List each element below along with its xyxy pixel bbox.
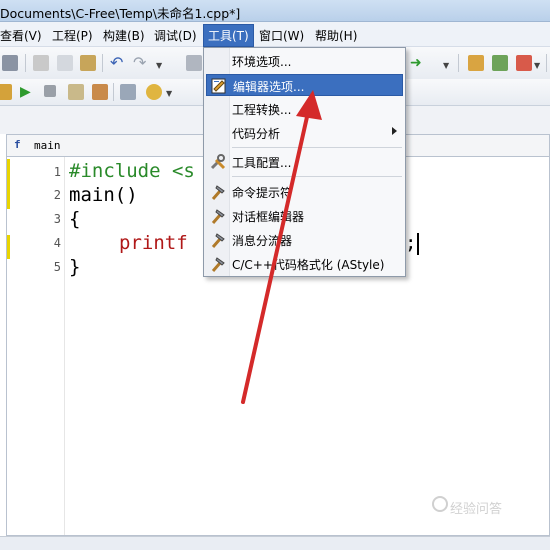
debug-icon[interactable] <box>120 84 136 100</box>
hammer-icon <box>209 207 227 225</box>
line-number-gutter: 1 2 3 4 5 <box>7 157 65 535</box>
hand-icon[interactable] <box>146 84 162 100</box>
toolbar-separator <box>102 54 103 72</box>
copy-icon[interactable] <box>57 55 73 71</box>
code-line: main() <box>69 184 138 206</box>
menu-help[interactable]: 帮助(H) <box>311 26 361 45</box>
menu-item-astyle-format[interactable]: C/C++代码格式化 (AStyle) <box>206 253 403 275</box>
menu-view[interactable]: 查看(V) <box>0 26 46 45</box>
menu-tools[interactable]: 工具(T) <box>203 24 254 47</box>
undo-icon[interactable]: ↶ <box>110 55 126 71</box>
hammer-icon <box>209 231 227 249</box>
menu-item-dialog-editor[interactable]: 对话框编辑器 <box>206 205 403 227</box>
menu-item-label: 消息分流器 <box>232 234 293 248</box>
code-line: { <box>69 208 81 230</box>
menu-project[interactable]: 工程(P) <box>48 26 97 45</box>
menu-item-project-convert[interactable]: 工程转换... <box>206 98 403 120</box>
code-line: } <box>69 256 81 278</box>
find-icon[interactable] <box>186 55 202 71</box>
bookmark-icon[interactable] <box>468 55 484 71</box>
menu-item-tool-config[interactable]: 工具配置... <box>206 151 403 173</box>
chevron-down-icon[interactable]: ▼ <box>156 61 162 70</box>
menu-build[interactable]: 构建(B) <box>99 26 149 45</box>
menu-item-editor-options[interactable]: 编辑器选项... <box>206 74 403 96</box>
run-icon[interactable]: ▶ <box>20 84 36 100</box>
function-icon: f <box>14 138 21 151</box>
menu-bar: 查看(V) 工程(P) 构建(B) 调试(D) 工具(T) 窗口(W) 帮助(H… <box>0 22 550 47</box>
toolbar-separator <box>25 54 26 72</box>
code-line: #include <s <box>69 160 195 182</box>
stop-icon[interactable] <box>44 85 56 97</box>
print-icon[interactable] <box>2 55 18 71</box>
menu-item-label: 编辑器选项... <box>233 80 305 94</box>
menu-item-code-analysis[interactable]: 代码分析 <box>206 122 403 144</box>
line-number: 5 <box>53 260 61 274</box>
menu-window[interactable]: 窗口(W) <box>255 26 308 45</box>
menu-separator <box>232 176 402 177</box>
menu-item-command-prompt[interactable]: 命令提示符 <box>206 181 403 203</box>
tools-menu: 环境选项... 编辑器选项... 工程转换... 代码分析 工具配置... 命令… <box>203 47 406 277</box>
menu-item-label: 工具配置... <box>232 156 292 170</box>
rebuild-icon[interactable] <box>92 84 108 100</box>
watermark-logo-icon <box>432 496 448 512</box>
title-bar: Documents\C-Free\Temp\未命名1.cpp*] <box>0 0 550 22</box>
menu-item-label: 代码分析 <box>232 127 281 141</box>
tools-icon <box>209 153 227 171</box>
paste-icon[interactable] <box>80 55 96 71</box>
line-number: 2 <box>53 188 61 202</box>
chevron-down-icon[interactable]: ▼ <box>166 89 172 98</box>
code-line: printf <box>119 232 188 254</box>
build-icon[interactable] <box>68 84 84 100</box>
bookmark-clear-icon[interactable] <box>516 55 532 71</box>
forward-icon[interactable]: ➜ <box>410 55 426 71</box>
menu-item-label: 命令提示符 <box>232 186 293 200</box>
code-line-end: ; <box>405 232 417 254</box>
bookmark-next-icon[interactable] <box>492 55 508 71</box>
window-title: Documents\C-Free\Temp\未命名1.cpp*] <box>0 6 241 21</box>
line-number: 4 <box>53 236 61 250</box>
menu-debug[interactable]: 调试(D) <box>150 26 201 45</box>
editor-options-icon <box>210 77 228 95</box>
menu-separator <box>232 147 402 148</box>
line-number: 3 <box>53 212 61 226</box>
watermark: 经验问答 <box>450 502 503 517</box>
cut-icon[interactable] <box>33 55 49 71</box>
toolbar-separator <box>546 54 547 72</box>
menu-item-label: 工程转换... <box>232 103 292 117</box>
hammer-icon <box>209 255 227 273</box>
toolbar-separator <box>458 54 459 72</box>
line-number: 1 <box>53 165 61 179</box>
hammer-icon <box>209 183 227 201</box>
status-bar <box>0 536 550 550</box>
menu-item-label: 对话框编辑器 <box>232 210 305 224</box>
menu-item-environment-options[interactable]: 环境选项... <box>206 50 403 72</box>
compile-icon[interactable] <box>0 84 12 100</box>
chevron-down-icon[interactable]: ▼ <box>534 61 540 70</box>
text-caret <box>417 233 419 255</box>
menu-item-message-cracker[interactable]: 消息分流器 <box>206 229 403 251</box>
menu-item-label: 环境选项... <box>232 55 292 69</box>
toolbar-separator <box>113 83 114 101</box>
submenu-arrow-icon <box>392 127 397 135</box>
redo-icon[interactable]: ↷ <box>133 55 149 71</box>
chevron-down-icon[interactable]: ▼ <box>443 61 449 70</box>
menu-item-label: C/C++代码格式化 (AStyle) <box>232 258 385 272</box>
function-selector[interactable]: main <box>34 139 61 152</box>
